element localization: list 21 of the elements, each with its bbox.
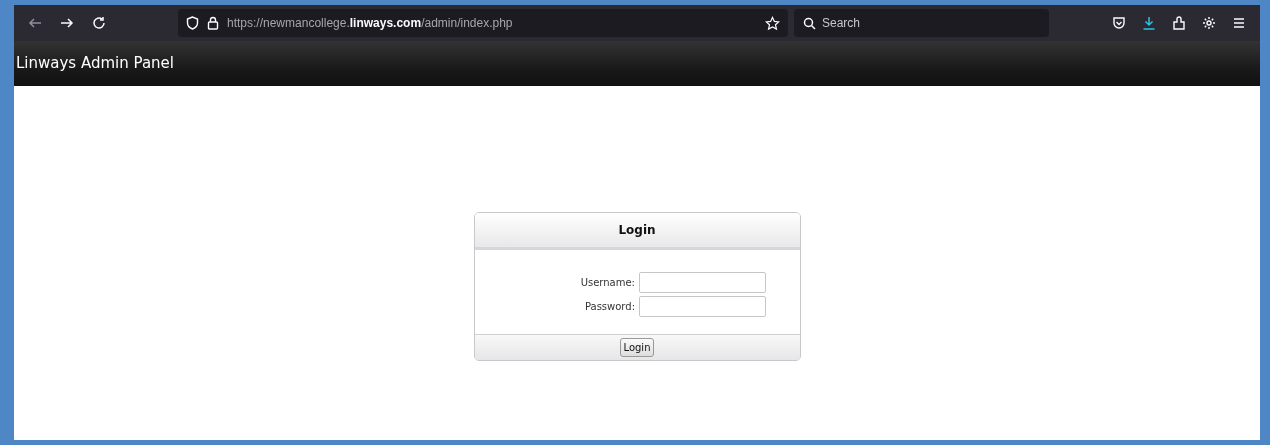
star-icon[interactable] bbox=[765, 15, 780, 31]
field-label: Password: bbox=[583, 299, 635, 314]
pocket-icon bbox=[1112, 16, 1126, 30]
login-title: Login bbox=[618, 222, 656, 239]
puzzle-piece-icon bbox=[1172, 16, 1186, 30]
address-bar[interactable]: https://newmancollege.linways.com/admin/index.php bbox=[178, 9, 788, 37]
input-field[interactable] bbox=[639, 271, 766, 293]
input-field[interactable] bbox=[639, 295, 766, 317]
search-icon bbox=[803, 17, 816, 30]
menu-icon bbox=[1232, 16, 1246, 30]
url-text: https://newmancollege.linways.com/admin/index.php bbox=[227, 15, 514, 32]
shield-icon bbox=[186, 16, 199, 30]
forward-arrow-icon bbox=[60, 16, 74, 30]
back-arrow-icon bbox=[28, 16, 42, 30]
reload-icon bbox=[92, 16, 106, 30]
login-button[interactable]: Login bbox=[619, 338, 655, 357]
field-label: Username: bbox=[579, 275, 635, 290]
lock-icon bbox=[207, 16, 219, 30]
site-title: Linways Admin Panel bbox=[16, 53, 174, 75]
search-field[interactable]: Search bbox=[794, 9, 1049, 37]
download-icon bbox=[1142, 16, 1156, 30]
